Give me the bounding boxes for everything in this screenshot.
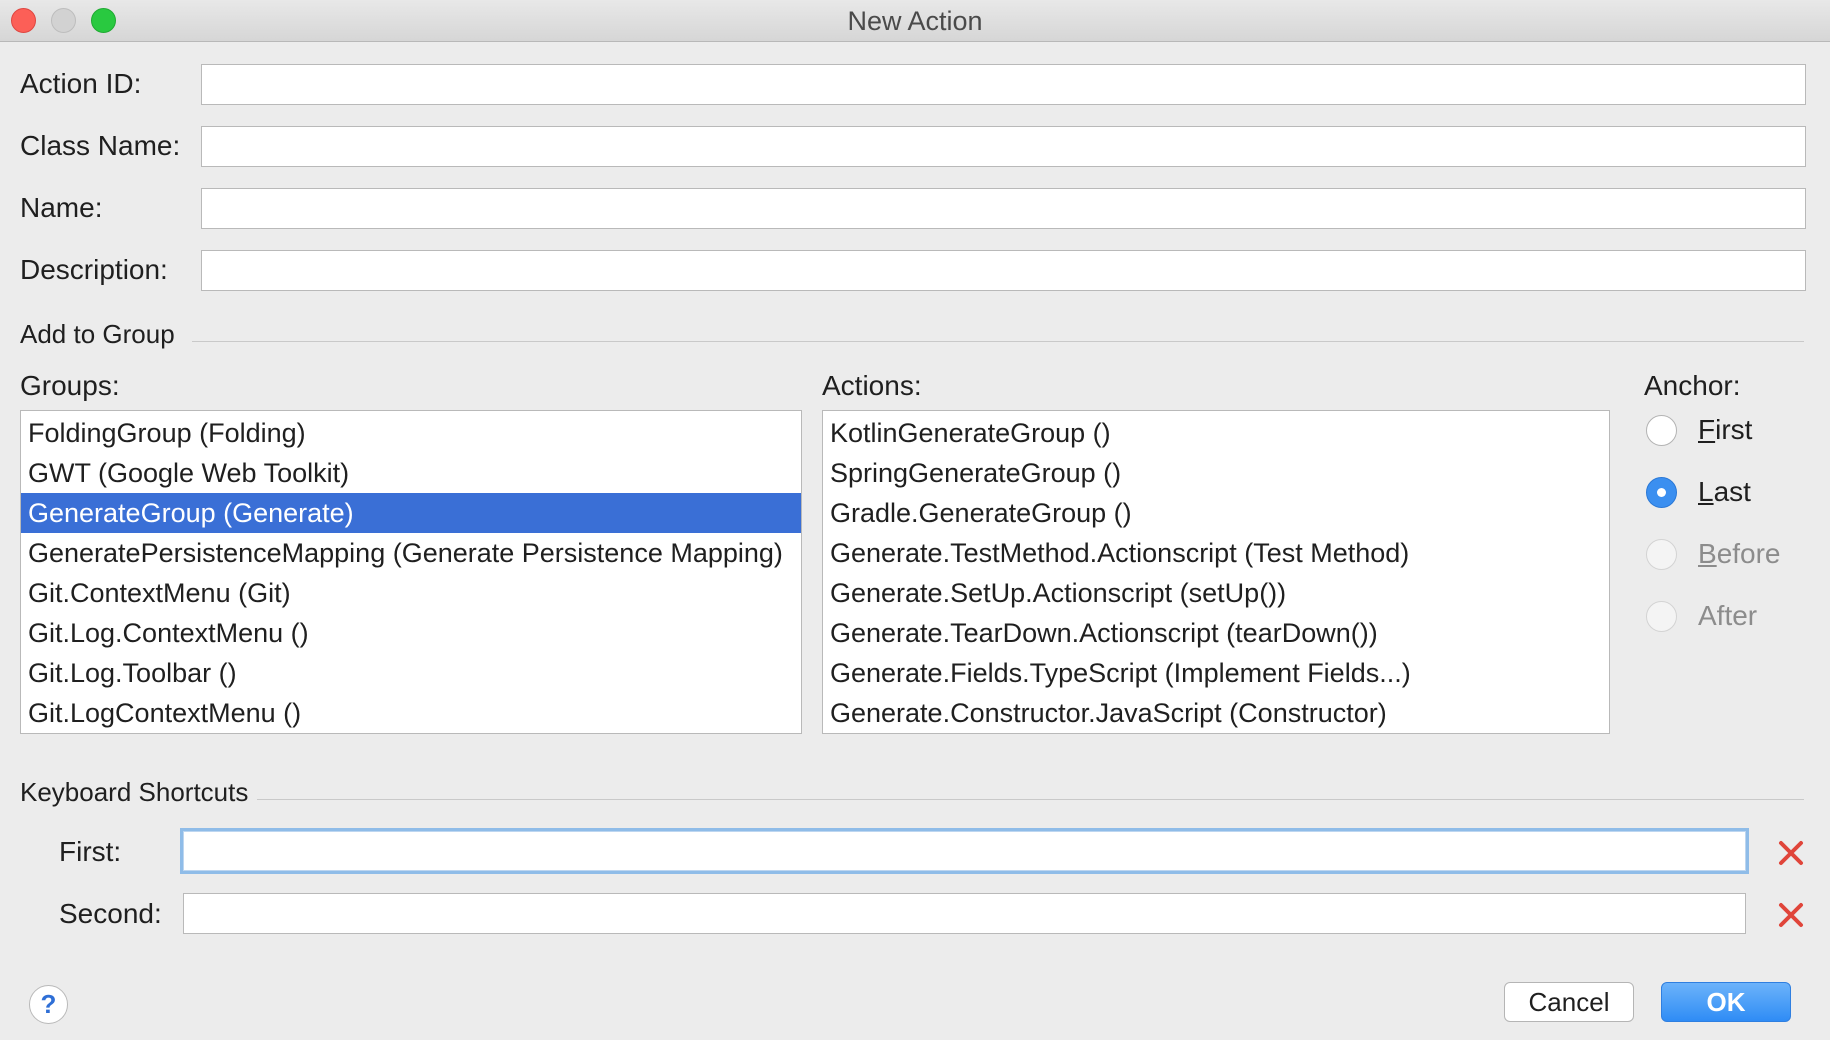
clear-first-shortcut-button[interactable]	[1776, 838, 1806, 868]
list-item[interactable]: Generate.TestMethod.Actionscript (Test M…	[823, 533, 1609, 573]
list-item[interactable]: Generate.Constructor.JavaScript (Constru…	[823, 693, 1609, 733]
groups-list[interactable]: FoldingGroup (Folding) GWT (Google Web T…	[20, 410, 802, 734]
description-input[interactable]	[201, 250, 1806, 291]
title-bar: New Action	[0, 0, 1830, 42]
add-to-group-title: Add to Group	[20, 319, 175, 349]
anchor-last-radio[interactable]	[1646, 477, 1677, 508]
list-item[interactable]: FoldingGroup (Folding)	[21, 413, 801, 453]
groups-label: Groups:	[20, 370, 120, 401]
add-to-group-divider	[192, 341, 1804, 342]
list-item[interactable]: Git.Log.Toolbar ()	[21, 653, 801, 693]
name-input[interactable]	[201, 188, 1806, 229]
action-id-label: Action ID:	[20, 68, 142, 99]
clear-second-shortcut-button[interactable]	[1776, 900, 1806, 930]
description-label: Description:	[20, 254, 168, 285]
clear-icon	[1779, 841, 1803, 865]
cancel-button[interactable]: Cancel	[1504, 982, 1634, 1022]
keyboard-shortcuts-title: Keyboard Shortcuts	[20, 777, 249, 807]
anchor-first-label: First	[1698, 414, 1753, 445]
anchor-label: Anchor:	[1644, 370, 1741, 401]
actions-list[interactable]: KotlinGenerateGroup () SpringGenerateGro…	[822, 410, 1610, 734]
ok-button[interactable]: OK	[1661, 982, 1791, 1022]
list-item[interactable]: Gradle.GenerateGroup ()	[823, 493, 1609, 533]
list-item[interactable]: KotlinGenerateGroup ()	[823, 413, 1609, 453]
anchor-first-radio[interactable]	[1646, 415, 1677, 446]
anchor-after-radio	[1646, 601, 1677, 632]
list-item[interactable]: Git.ContextMenu (Git)	[21, 573, 801, 613]
second-shortcut-label: Second:	[59, 898, 162, 929]
list-item[interactable]: GWT (Google Web Toolkit)	[21, 453, 801, 493]
list-item[interactable]: Git.Log.ContextMenu ()	[21, 613, 801, 653]
clear-icon	[1779, 903, 1803, 927]
list-item-selected[interactable]: GenerateGroup (Generate)	[21, 493, 801, 533]
window-title: New Action	[847, 6, 983, 36]
list-item[interactable]: Git.LogContextMenu ()	[21, 693, 801, 733]
keyboard-shortcuts-divider	[257, 799, 1804, 800]
first-shortcut-label: First:	[59, 836, 122, 867]
anchor-before-label: Before	[1698, 538, 1781, 569]
help-icon: ?	[40, 989, 57, 1019]
list-item[interactable]: Generate.SetUp.Actionscript (setUp())	[823, 573, 1609, 613]
anchor-last-label: Last	[1698, 476, 1751, 507]
class-name-label: Class Name:	[20, 130, 181, 161]
second-shortcut-input[interactable]	[183, 893, 1746, 934]
actions-label: Actions:	[822, 370, 922, 401]
first-shortcut-input[interactable]	[180, 828, 1749, 874]
name-label: Name:	[20, 192, 103, 223]
class-name-input[interactable]	[201, 126, 1806, 167]
help-button[interactable]: ?	[29, 985, 68, 1024]
list-item[interactable]: GeneratePersistenceMapping (Generate Per…	[21, 533, 801, 573]
action-id-input[interactable]	[201, 64, 1806, 105]
list-item[interactable]: Generate.TearDown.Actionscript (tearDown…	[823, 613, 1609, 653]
list-item[interactable]: Generate.Fields.TypeScript (Implement Fi…	[823, 653, 1609, 693]
anchor-before-radio	[1646, 539, 1677, 570]
anchor-after-label: After	[1698, 600, 1758, 631]
list-item[interactable]: SpringGenerateGroup ()	[823, 453, 1609, 493]
